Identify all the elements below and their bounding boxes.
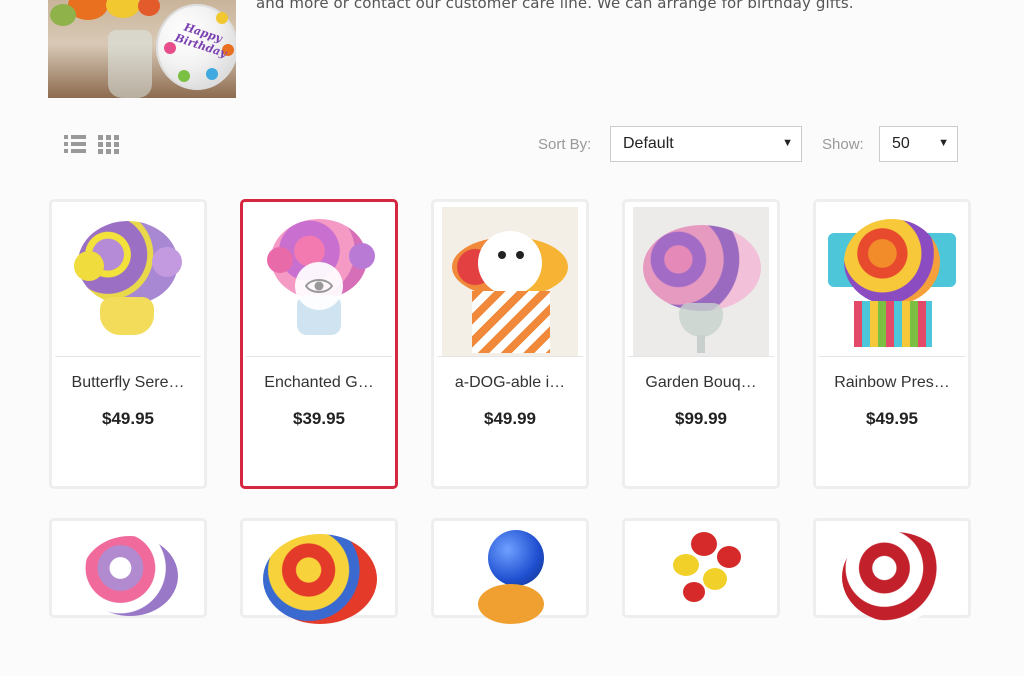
product-image — [824, 526, 960, 676]
card-divider — [819, 356, 965, 357]
product-name[interactable]: a-DOG-able i… — [434, 374, 586, 392]
product-price: $39.95 — [293, 409, 345, 428]
card-divider — [55, 356, 201, 357]
product-card[interactable]: a-DOG-able i… $49.99 — [431, 199, 589, 489]
product-image — [824, 207, 960, 357]
product-card[interactable] — [813, 518, 971, 622]
show-count-select[interactable]: 50 ▼ — [879, 126, 958, 162]
product-card[interactable] — [431, 518, 589, 624]
product-image — [60, 526, 196, 676]
intro-text: and more or contact our customer care li… — [256, 0, 854, 12]
list-view-icon[interactable] — [64, 133, 86, 155]
sort-by-label: Sort By: — [538, 136, 592, 153]
product-price: $49.95 — [866, 409, 918, 428]
product-card[interactable]: Enchanted G… $39.95 — [240, 199, 398, 489]
chevron-down-icon: ▼ — [782, 137, 793, 149]
product-image — [633, 526, 769, 676]
product-name[interactable]: Rainbow Pres… — [816, 374, 968, 392]
product-image — [442, 207, 578, 357]
product-card[interactable] — [240, 518, 398, 624]
product-image — [251, 526, 387, 676]
product-name[interactable]: Enchanted G… — [243, 374, 395, 392]
sort-by-value: Default — [623, 135, 674, 152]
product-card[interactable]: Butterfly Sere… $49.95 — [49, 199, 207, 489]
card-divider — [246, 356, 392, 357]
product-card[interactable]: Rainbow Pres… $49.95 — [813, 199, 971, 489]
birthday-balloon: Happy Birthday — [156, 4, 236, 90]
grid-view-icon[interactable] — [98, 133, 120, 155]
product-image — [442, 526, 578, 676]
product-image — [633, 207, 769, 357]
product-price: $99.99 — [675, 409, 727, 428]
product-card[interactable] — [49, 518, 207, 618]
show-label: Show: — [822, 136, 864, 153]
product-image — [251, 207, 387, 357]
card-divider — [437, 356, 583, 357]
eye-icon — [305, 279, 333, 293]
product-price: $49.95 — [102, 409, 154, 428]
birthday-banner-image: Happy Birthday — [48, 0, 236, 98]
sort-by-select[interactable]: Default ▼ — [610, 126, 802, 162]
product-image — [60, 207, 196, 357]
product-card[interactable] — [622, 518, 780, 618]
quick-view-button[interactable] — [295, 262, 343, 310]
product-card[interactable]: Garden Bouq… $99.99 — [622, 199, 780, 489]
product-name[interactable]: Butterfly Sere… — [52, 374, 204, 392]
product-price: $49.99 — [484, 409, 536, 428]
show-count-value: 50 — [892, 135, 910, 152]
card-divider — [628, 356, 774, 357]
product-name[interactable]: Garden Bouq… — [625, 374, 777, 392]
chevron-down-icon: ▼ — [938, 137, 949, 149]
